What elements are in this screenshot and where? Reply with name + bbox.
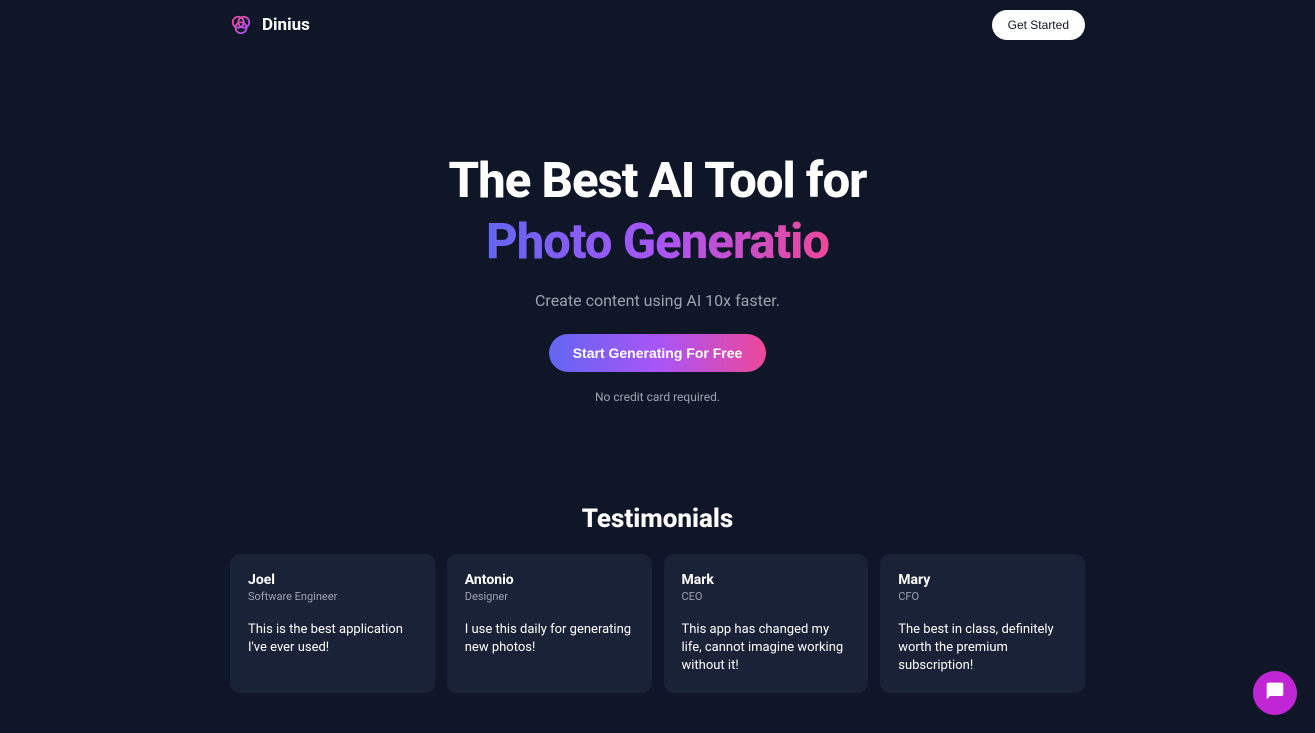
testimonials-title: Testimonials (230, 504, 1085, 534)
testimonial-quote: This is the best application I've ever u… (248, 621, 417, 657)
testimonial-name: Antonio (465, 572, 634, 588)
testimonials-section: Testimonials Joel Software Engineer This… (0, 504, 1315, 694)
header: Dinius Get Started (0, 0, 1315, 50)
testimonial-card: Mark CEO This app has changed my life, c… (664, 554, 869, 694)
hero-title-line1: The Best AI Tool for (0, 150, 1315, 211)
testimonial-quote: The best in class, definitely worth the … (898, 621, 1067, 676)
chat-button[interactable] (1253, 671, 1297, 715)
chat-icon (1265, 681, 1285, 705)
hero-subtitle: Create content using AI 10x faster. (0, 291, 1315, 310)
testimonial-card: Antonio Designer I use this daily for ge… (447, 554, 652, 694)
hero-section: The Best AI Tool for Photo Generatio Cre… (0, 50, 1315, 404)
testimonial-role: CEO (682, 590, 851, 603)
testimonial-quote: I use this daily for generating new phot… (465, 621, 634, 657)
logo[interactable]: Dinius (230, 14, 310, 36)
testimonial-card: Joel Software Engineer This is the best … (230, 554, 435, 694)
brand-name: Dinius (262, 15, 310, 35)
hero-title-line2: Photo Generatio (486, 211, 829, 272)
testimonial-role: CFO (898, 590, 1067, 603)
testimonial-card: Mary CFO The best in class, definitely w… (880, 554, 1085, 694)
start-generating-button[interactable]: Start Generating For Free (549, 334, 767, 372)
brand-logo-icon (230, 14, 252, 36)
testimonials-grid: Joel Software Engineer This is the best … (230, 554, 1085, 694)
testimonial-role: Software Engineer (248, 590, 417, 603)
testimonial-name: Mary (898, 572, 1067, 588)
testimonial-quote: This app has changed my life, cannot ima… (682, 621, 851, 676)
testimonial-name: Joel (248, 572, 417, 588)
testimonial-role: Designer (465, 590, 634, 603)
cta-note: No credit card required. (0, 390, 1315, 404)
testimonial-name: Mark (682, 572, 851, 588)
get-started-button[interactable]: Get Started (992, 10, 1085, 40)
